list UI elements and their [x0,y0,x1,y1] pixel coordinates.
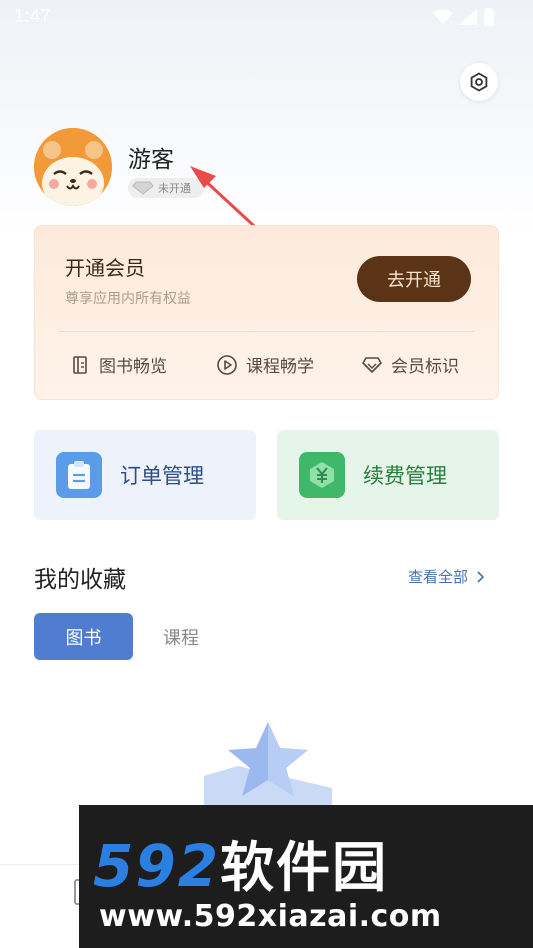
battery-icon [484,8,494,26]
perk-badge-label: 会员标识 [391,357,459,377]
username[interactable]: 游客 [128,140,174,174]
settings-button[interactable] [460,63,498,101]
hamster-avatar-icon [34,128,112,206]
open-vip-button[interactable]: 去开通 [357,256,471,302]
watermark-logo: 592软件园 [93,823,388,902]
yuan-icon [299,452,345,498]
view-all-link[interactable]: 查看全部 [408,566,485,587]
vip-subtitle: 尊享应用内所有权益 [65,291,191,307]
renewal-management-tile[interactable]: 续费管理 [277,430,499,520]
perk-books[interactable]: 图书畅览 [71,352,167,377]
tab-books[interactable]: 图书 [34,613,133,660]
perk-books-label: 图书畅览 [99,357,167,377]
perk-courses[interactable]: 课程畅学 [216,352,314,377]
status-time: 1:47 [14,6,52,26]
watermark-url: www.592xiazai.com [99,899,442,934]
order-management-tile[interactable]: 订单管理 [34,430,256,520]
order-management-label: 订单管理 [120,464,204,488]
watermark-brand-number: 592 [93,832,221,900]
member-badge: 未开通 [128,178,204,198]
favorites-title: 我的收藏 [34,567,126,593]
vip-card: 开通会员 尊享应用内所有权益 去开通 图书畅览 课程畅学 会员标识 [34,225,499,400]
vip-divider [59,331,475,332]
clipboard-icon [56,452,102,498]
member-badge-label: 未开通 [158,182,191,195]
status-bar: 1:47 [0,0,533,36]
view-all-label: 查看全部 [408,568,469,586]
signal-icon [459,9,477,25]
diamond-icon [132,181,154,195]
avatar[interactable] [34,128,112,206]
diamond-icon [362,356,382,373]
book-icon [73,355,87,374]
chevron-right-icon [477,570,485,583]
watermark-banner: 592软件园 www.592xiazai.com [79,805,533,948]
gear-icon [470,72,488,92]
watermark-brand-name: 软件园 [220,836,389,899]
play-icon [217,354,237,375]
status-icons [433,8,495,26]
wifi-icon [433,9,453,24]
renewal-management-label: 续费管理 [363,464,447,488]
perk-courses-label: 课程畅学 [246,357,314,377]
vip-title: 开通会员 [65,256,145,280]
perk-badge[interactable]: 会员标识 [361,352,459,377]
tab-courses[interactable]: 课程 [163,624,199,650]
empty-state-star-icon [204,722,332,818]
